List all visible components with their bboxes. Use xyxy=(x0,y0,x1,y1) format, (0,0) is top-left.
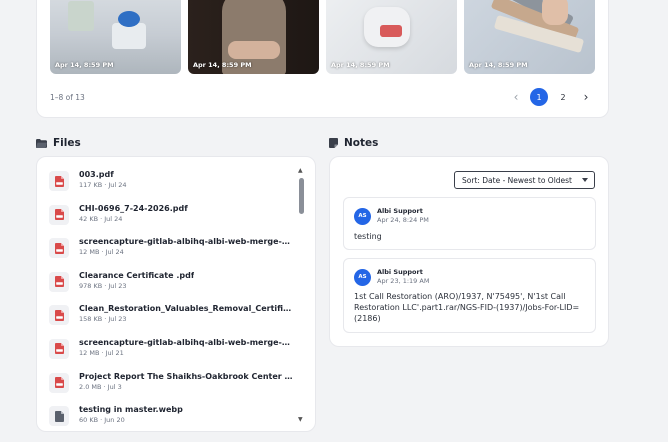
notes-title: Notes xyxy=(344,137,379,149)
pagination-range: 1–8 of 13 xyxy=(50,93,85,102)
scroll-down-icon[interactable]: ▼ xyxy=(298,416,303,423)
file-meta: 2.0 MB · Jul 3 xyxy=(79,382,122,391)
files-heading: Files xyxy=(36,137,81,149)
pdf-file-icon xyxy=(49,238,69,259)
note-icon xyxy=(329,138,338,148)
sort-dropdown[interactable]: Sort: Date - Newest to Oldest xyxy=(453,171,595,189)
note-body: 1st Call Restoration (ARO)/1937, N'75495… xyxy=(354,292,580,323)
caret-down-icon xyxy=(582,178,588,182)
files-title: Files xyxy=(53,137,81,149)
scroll-up-icon[interactable]: ▲ xyxy=(298,167,303,174)
photo-gallery: Apr 14, 8:59 PM Apr 14, 8:59 PM Apr 14, … xyxy=(36,0,609,118)
page-2-button[interactable]: 2 xyxy=(554,88,572,106)
file-list-item[interactable]: CHI-0696_7-24-2026.pdf 42 KB · Jul 24 xyxy=(49,203,301,237)
avatar: AS xyxy=(354,268,371,286)
notes-heading: Notes xyxy=(329,137,378,149)
note-card: AS Albi Support Apr 24, 8:24 PM testing xyxy=(343,197,596,250)
file-name: screencapture-gitlab-albihq-albi-web-mer… xyxy=(79,337,293,347)
note-timestamp: Apr 24, 8:24 PM xyxy=(377,216,429,224)
file-name: Clearance Certificate .pdf xyxy=(79,270,195,280)
previous-page-button[interactable]: ‹ xyxy=(508,89,524,106)
file-meta: 12 MB · Jul 21 xyxy=(79,348,124,357)
note-timestamp: Apr 23, 1:19 AM xyxy=(377,277,430,285)
file-list-item[interactable]: Clean_Restoration_Valuables_Removal_Cert… xyxy=(49,303,301,337)
file-name: CHI-0696_7-24-2026.pdf xyxy=(79,203,188,213)
file-meta: 117 KB · Jul 24 xyxy=(79,181,127,189)
gallery-photo[interactable]: Apr 14, 8:59 PM xyxy=(50,0,181,74)
next-page-button[interactable]: › xyxy=(578,89,594,106)
note-card: AS Albi Support Apr 23, 1:19 AM 1st Call… xyxy=(343,258,596,333)
pdf-file-icon xyxy=(49,171,69,191)
file-list-item[interactable]: screencapture-gitlab-albihq-albi-web-mer… xyxy=(49,236,301,270)
gallery-photo[interactable]: Apr 14, 8:59 PM xyxy=(188,0,319,74)
file-meta: 158 KB · Jul 23 xyxy=(79,315,127,324)
files-panel: 003.pdf 117 KB · Jul 24 CHI-0696_7-24-2026… xyxy=(36,156,316,432)
pdf-file-icon xyxy=(49,338,69,359)
photo-date: Apr 14, 8:59 PM xyxy=(331,61,390,69)
file-meta: 978 KB · Jul 23 xyxy=(79,281,127,290)
file-name: Project Report The Shaikhs-Oakbrook Cent… xyxy=(79,371,293,381)
photo-date: Apr 14, 8:59 PM xyxy=(193,61,252,69)
photo-date: Apr 14, 8:59 PM xyxy=(469,61,528,69)
file-meta: 42 KB · Jul 24 xyxy=(79,214,123,223)
sort-dropdown-label: Sort: Date - Newest to Oldest xyxy=(461,175,572,185)
file-list-item[interactable]: 003.pdf 117 KB · Jul 24 xyxy=(49,169,301,203)
file-icon xyxy=(49,406,69,427)
pdf-file-icon xyxy=(49,204,69,225)
page-1-button[interactable]: 1 xyxy=(530,88,548,106)
gallery-photo[interactable]: Apr 14, 8:59 PM xyxy=(326,0,457,74)
file-name: screencapture-gitlab-albihq-albi-web-mer… xyxy=(79,237,293,247)
avatar: AS xyxy=(354,207,371,225)
file-list-scrollbar[interactable]: ▲ ▼ xyxy=(298,167,305,423)
pdf-file-icon xyxy=(49,271,69,292)
file-list-item[interactable]: screencapture-gitlab-albihq-albi-web-mer… xyxy=(49,337,301,371)
note-author: Albi Support xyxy=(377,207,423,215)
file-list-item[interactable]: testing in master.webp 60 KB · Jun 20 xyxy=(49,404,301,431)
file-list-item[interactable]: Clearance Certificate .pdf 978 KB · Jul 2… xyxy=(49,270,301,304)
photo-date: Apr 14, 8:59 PM xyxy=(55,61,114,69)
scrollbar-thumb[interactable] xyxy=(299,178,304,214)
note-author: Albi Support xyxy=(377,268,423,276)
gallery-photo[interactable]: Apr 14, 8:59 PM xyxy=(464,0,595,74)
file-meta: 60 KB · Jun 20 xyxy=(79,416,125,425)
pdf-file-icon xyxy=(49,305,69,326)
file-name: testing in master.webp xyxy=(79,405,183,415)
pagination: ‹ 1 2 › xyxy=(508,88,594,106)
note-body: testing xyxy=(354,232,382,241)
file-name: Clean_Restoration_Valuables_Removal_Cert… xyxy=(79,304,293,314)
notes-panel: Sort: Date - Newest to Oldest AS Albi Su… xyxy=(329,156,609,347)
pdf-file-icon xyxy=(49,372,69,393)
file-name: 003.pdf xyxy=(79,170,114,179)
file-list: 003.pdf 117 KB · Jul 24 CHI-0696_7-24-2026… xyxy=(49,169,301,431)
file-meta: 12 MB · Jul 24 xyxy=(79,248,124,257)
folder-icon xyxy=(36,138,47,148)
file-list-item[interactable]: Project Report The Shaikhs-Oakbrook Cent… xyxy=(49,371,301,405)
